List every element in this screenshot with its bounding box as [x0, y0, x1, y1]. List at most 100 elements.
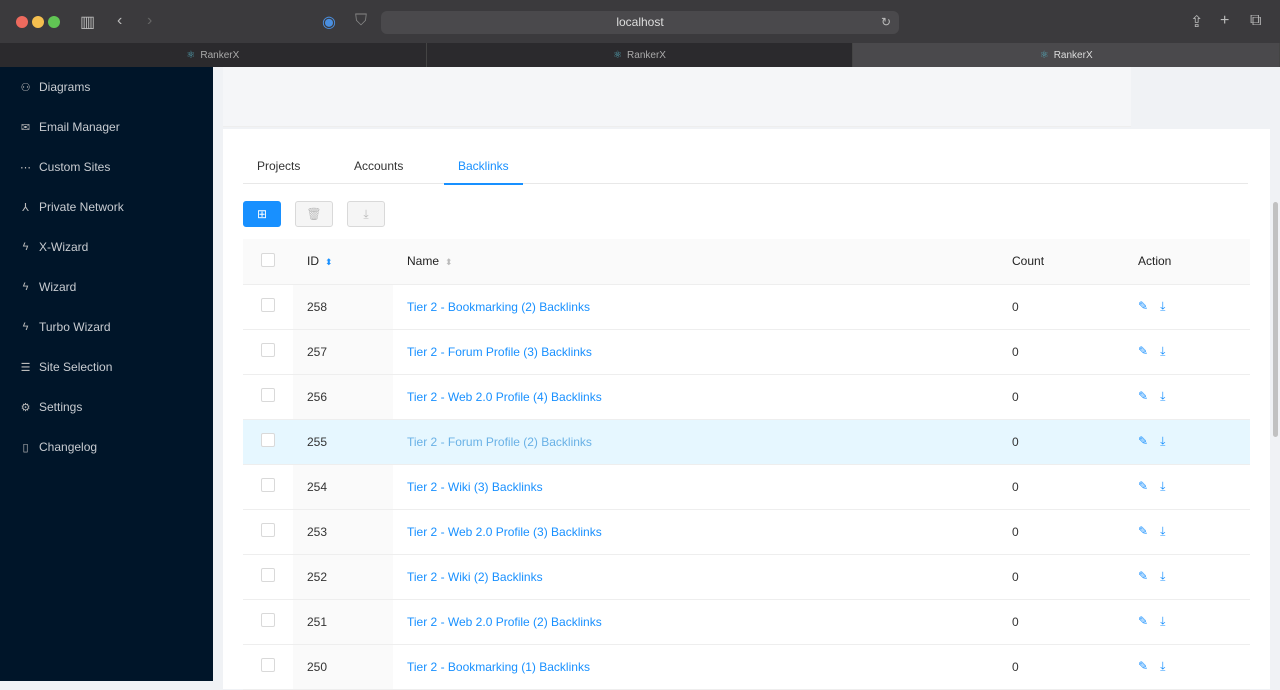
table-row[interactable]: 258 Tier 2 - Bookmarking (2) Backlinks 0… [243, 284, 1250, 330]
id-header[interactable]: ID ⬍ [293, 239, 393, 285]
trash-icon: 🗑 [306, 207, 322, 221]
table-row[interactable]: 250 Tier 2 - Bookmarking (1) Backlinks 0… [243, 644, 1250, 690]
sidebar-item-label: Site Selection [39, 360, 113, 374]
row-checkbox[interactable] [261, 343, 275, 357]
edit-icon[interactable]: ✎ [1138, 389, 1148, 403]
reload-icon[interactable]: ↻ [881, 11, 891, 34]
new-tab-icon[interactable]: + [1220, 12, 1229, 30]
sort-icon[interactable]: ⬍ [445, 257, 453, 267]
add-button[interactable]: ⊞ [243, 201, 281, 227]
download-icon[interactable]: ⤓ [1160, 569, 1165, 583]
sidebar-item-site-selection[interactable]: ☰ Site Selection [0, 347, 213, 387]
download-icon[interactable]: ⤓ [1160, 389, 1165, 403]
download-icon[interactable]: ⤓ [1160, 614, 1165, 628]
select-all-checkbox[interactable] [261, 252, 275, 267]
row-checkbox[interactable] [261, 388, 275, 402]
backlink-name-link[interactable]: Tier 2 - Wiki (2) Backlinks [407, 570, 543, 584]
edit-icon[interactable]: ✎ [1138, 344, 1148, 358]
row-checkbox[interactable] [261, 523, 275, 537]
edit-icon[interactable]: ✎ [1138, 569, 1148, 583]
back-icon[interactable]: ‹ [117, 12, 122, 30]
share-icon[interactable]: ⇪ [1190, 12, 1203, 32]
sidebar-item-label: Email Manager [39, 120, 120, 134]
download-icon[interactable]: ⤓ [1160, 299, 1165, 313]
row-checkbox[interactable] [261, 658, 275, 672]
row-checkbox[interactable] [261, 433, 275, 447]
sidebar-item-settings[interactable]: ⚙ Settings [0, 387, 213, 427]
row-checkbox[interactable] [261, 613, 275, 627]
minimize-window-button[interactable] [32, 16, 44, 28]
tab-projects[interactable]: Projects [257, 159, 300, 173]
row-count: 0 [998, 329, 1126, 375]
main-content: Projects Accounts Backlinks ⊞ 🗑 ⤓ ID ⬍ Na… [213, 67, 1280, 690]
download-icon[interactable]: ⤓ [1160, 434, 1165, 448]
row-count: 0 [998, 599, 1126, 645]
browser-tabs: ⚛ RankerX ⚛ RankerX ⚛ RankerX [0, 43, 1280, 67]
browser-tab[interactable]: ⚛ RankerX [427, 43, 854, 67]
table-row[interactable]: 255 Tier 2 - Forum Profile (2) Backlinks… [243, 419, 1250, 465]
row-checkbox[interactable] [261, 568, 275, 582]
edit-icon[interactable]: ✎ [1138, 659, 1148, 673]
sidebar-item-turbo-wizard[interactable]: ϟ Turbo Wizard [0, 307, 213, 347]
browser-tab-active[interactable]: ⚛ RankerX [853, 43, 1280, 67]
download-icon[interactable]: ⤓ [1160, 524, 1165, 538]
row-count: 0 [998, 284, 1126, 330]
sidebar-item-changelog[interactable]: ▯ Changelog [0, 427, 213, 467]
backlink-name-link[interactable]: Tier 2 - Forum Profile (3) Backlinks [407, 345, 592, 359]
backlink-name-link[interactable]: Tier 2 - Bookmarking (2) Backlinks [407, 300, 590, 314]
backlink-name-link[interactable]: Tier 2 - Web 2.0 Profile (2) Backlinks [407, 615, 602, 629]
edit-icon[interactable]: ✎ [1138, 434, 1148, 448]
table-row[interactable]: 253 Tier 2 - Web 2.0 Profile (3) Backlin… [243, 509, 1250, 555]
sidebar-toggle-icon[interactable]: ▥ [80, 12, 95, 32]
bolt-icon: ϟ [22, 241, 29, 253]
edit-icon[interactable]: ✎ [1138, 479, 1148, 493]
browser-tab[interactable]: ⚛ RankerX [0, 43, 427, 67]
sidebar-item-label: X-Wizard [39, 240, 89, 254]
row-checkbox[interactable] [261, 478, 275, 492]
scrollbar[interactable] [1273, 202, 1278, 437]
table-row[interactable]: 256 Tier 2 - Web 2.0 Profile (4) Backlin… [243, 374, 1250, 420]
download-icon[interactable]: ⤓ [1160, 344, 1165, 358]
file-icon: ▯ [22, 441, 29, 454]
backlink-name-link[interactable]: Tier 2 - Bookmarking (1) Backlinks [407, 660, 590, 674]
sidebar-item-email-manager[interactable]: ✉ Email Manager [0, 107, 213, 147]
sidebar-item-private-network[interactable]: ⅄ Private Network [0, 187, 213, 227]
table-row[interactable]: 251 Tier 2 - Web 2.0 Profile (2) Backlin… [243, 599, 1250, 645]
delete-button[interactable]: 🗑 [295, 201, 333, 227]
sidebar-item-x-wizard[interactable]: ϟ X-Wizard [0, 227, 213, 267]
url-bar[interactable]: localhost ↻ [381, 11, 899, 34]
download-icon[interactable]: ⤓ [1160, 479, 1165, 493]
row-checkbox[interactable] [261, 298, 275, 312]
backlink-name-link[interactable]: Tier 2 - Web 2.0 Profile (4) Backlinks [407, 390, 602, 404]
download-icon[interactable]: ⤓ [1160, 659, 1165, 673]
tab-accounts[interactable]: Accounts [354, 159, 403, 173]
backlink-name-link[interactable]: Tier 2 - Forum Profile (2) Backlinks [407, 435, 592, 449]
row-id: 253 [293, 509, 393, 555]
shield-icon[interactable]: ⛉ [355, 12, 367, 30]
edit-icon[interactable]: ✎ [1138, 524, 1148, 538]
table-row[interactable]: 254 Tier 2 - Wiki (3) Backlinks 0 ✎ ⤓ [243, 464, 1250, 510]
network-icon: ⅄ [22, 201, 29, 214]
close-window-button[interactable] [16, 16, 28, 28]
password-manager-icon[interactable]: ◉ [322, 12, 336, 32]
forward-icon[interactable]: › [147, 12, 152, 30]
table-row[interactable]: 252 Tier 2 - Wiki (2) Backlinks 0 ✎ ⤓ [243, 554, 1250, 600]
backlink-name-link[interactable]: Tier 2 - Wiki (3) Backlinks [407, 480, 543, 494]
name-header[interactable]: Name ⬍ [393, 239, 998, 285]
edit-icon[interactable]: ✎ [1138, 614, 1148, 628]
count-header: Count [998, 239, 1126, 285]
tab-backlinks[interactable]: Backlinks [444, 159, 523, 185]
mail-icon: ✉ [20, 121, 31, 134]
top-panel [223, 67, 1131, 127]
id-header-label: ID [307, 254, 319, 269]
table-row[interactable]: 257 Tier 2 - Forum Profile (3) Backlinks… [243, 329, 1250, 375]
download-button[interactable]: ⤓ [347, 201, 385, 227]
sidebar-item-diagrams[interactable]: ⚇ Diagrams [0, 67, 213, 107]
tabs-overview-icon[interactable]: ⧉ [1250, 12, 1261, 30]
sidebar-item-wizard[interactable]: ϟ Wizard [0, 267, 213, 307]
maximize-window-button[interactable] [48, 16, 60, 28]
backlink-name-link[interactable]: Tier 2 - Web 2.0 Profile (3) Backlinks [407, 525, 602, 539]
sidebar-item-custom-sites[interactable]: ⋯ Custom Sites [0, 147, 213, 187]
edit-icon[interactable]: ✎ [1138, 299, 1148, 313]
sort-icon[interactable]: ⬍ [325, 257, 333, 267]
